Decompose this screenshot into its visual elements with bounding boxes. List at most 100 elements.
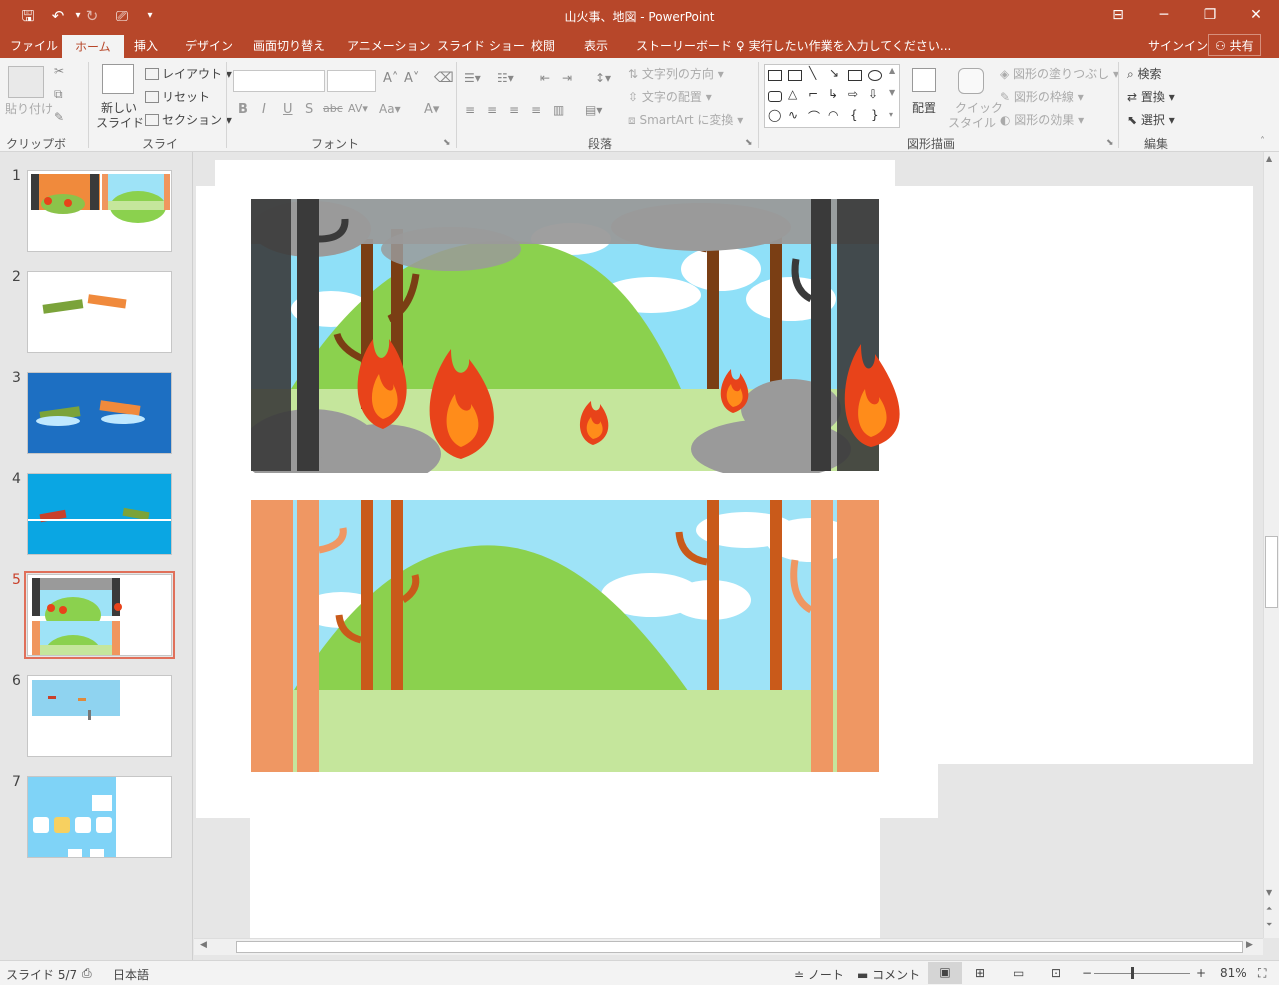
gallery-scroll-down-icon[interactable]: ▼ [889, 88, 895, 97]
paste-button[interactable]: 貼り付け [5, 100, 53, 117]
slideshow-view-icon[interactable]: ⊡ [1051, 966, 1061, 980]
change-case-icon[interactable]: Aa▾ [379, 102, 401, 116]
numbering-icon[interactable]: ☷▾ [497, 71, 514, 85]
align-right-icon[interactable]: ≡ [509, 103, 519, 117]
slide-thumbnail-6[interactable] [27, 675, 172, 757]
connector-shape-icon[interactable]: ⌐ [808, 87, 818, 101]
collapse-ribbon-icon[interactable]: ˄ [1260, 136, 1265, 147]
section-button[interactable]: セクション ▾ [145, 111, 232, 128]
grow-font-icon[interactable]: A˄ [383, 71, 398, 86]
tab-animations[interactable]: アニメーション [347, 37, 431, 54]
slide-thumbnail-5[interactable] [24, 571, 175, 659]
oval-shape-icon[interactable] [868, 70, 882, 81]
restore-icon[interactable]: ❐ [1192, 4, 1228, 26]
layout-button[interactable]: レイアウト ▾ [145, 65, 232, 82]
text-direction-button[interactable]: ⇅ 文字列の方向 ▾ [628, 65, 724, 82]
normal-view-icon[interactable]: ▣ [928, 962, 962, 984]
spell-check-icon[interactable]: ⎙ [82, 966, 92, 981]
notes-button[interactable]: ≐ ノート [794, 966, 844, 983]
scroll-thumb[interactable] [1265, 536, 1278, 608]
shape-fill-button[interactable]: ◈ 図形の塗りつぶし ▾ [1000, 65, 1119, 82]
share-button[interactable]: ⚇ 共有 [1208, 34, 1261, 56]
increase-indent-icon[interactable]: ⇥ [562, 71, 572, 85]
right-arrow-shape-icon[interactable]: ⇨ [848, 87, 858, 101]
tab-transitions[interactable]: 画面切り替え [253, 37, 325, 54]
horizontal-scroll-thumb[interactable] [236, 941, 1243, 953]
scribble-shape-icon[interactable]: ∿ [788, 108, 798, 122]
font-name-combo[interactable] [233, 70, 325, 92]
align-text-button[interactable]: ⇳ 文字の配置 ▾ [628, 88, 712, 105]
bullets-icon[interactable]: ☰▾ [464, 71, 481, 85]
new-slide-label-2[interactable]: スライド [96, 114, 144, 131]
align-left-icon[interactable]: ≡ [465, 103, 475, 117]
arrange-button[interactable]: 配置 [912, 99, 936, 116]
scroll-left-icon[interactable]: ◀ [200, 940, 207, 950]
tab-review[interactable]: 校閲 [531, 37, 555, 54]
textbox-shape-icon[interactable] [768, 70, 782, 81]
dialog-launcher-icon[interactable]: ⬊ [443, 138, 451, 148]
replace-button[interactable]: ⇄ 置換 ▾ [1127, 88, 1175, 105]
find-button[interactable]: ⌕ 検索 [1127, 65, 1162, 82]
format-painter-icon[interactable]: ✎ [54, 110, 64, 124]
select-button[interactable]: ⬉ 選択 ▾ [1127, 111, 1175, 128]
left-brace-shape-icon[interactable]: { [850, 108, 858, 122]
justify-icon[interactable]: ≡ [531, 103, 541, 117]
next-slide-icon[interactable]: ⏷ [1266, 920, 1272, 930]
underline-icon[interactable]: U [283, 102, 293, 117]
italic-icon[interactable]: I [262, 102, 266, 117]
vertical-textbox-shape-icon[interactable] [788, 70, 802, 81]
reset-button[interactable]: リセット [145, 88, 210, 105]
zoom-in-icon[interactable]: + [1196, 966, 1206, 980]
tab-home[interactable]: ホーム [62, 35, 124, 58]
freeform-shape-icon[interactable]: ◯ [768, 108, 781, 122]
slide-thumbnail-2[interactable] [27, 271, 172, 353]
ribbon-display-options-icon[interactable]: ⊟ [1100, 4, 1136, 26]
scroll-up-icon[interactable]: ▲ [1266, 154, 1272, 163]
new-slide-icon[interactable] [102, 64, 134, 94]
quick-styles-label-2[interactable]: スタイル [948, 114, 996, 131]
zoom-slider[interactable] [1094, 973, 1190, 974]
triangle-shape-icon[interactable]: △ [788, 87, 797, 101]
distribute-icon[interactable]: ▥ [553, 103, 564, 117]
line-spacing-icon[interactable]: ↕▾ [595, 71, 611, 85]
previous-slide-icon[interactable]: ⏶ [1266, 904, 1272, 914]
shape-effects-button[interactable]: ◐ 図形の効果 ▾ [1000, 111, 1084, 128]
tab-insert[interactable]: 挿入 [134, 37, 158, 54]
zoom-slider-thumb[interactable] [1131, 967, 1134, 979]
bold-icon[interactable]: B [238, 102, 248, 117]
scroll-down-icon[interactable]: ▼ [1266, 888, 1272, 897]
dialog-launcher-icon[interactable]: ⬊ [1106, 138, 1114, 148]
strikethrough-icon[interactable]: abc [323, 102, 343, 115]
tab-view[interactable]: 表示 [584, 37, 608, 54]
dialog-launcher-icon[interactable]: ⬊ [745, 138, 753, 148]
arc-shape-icon[interactable]: ◠ [828, 108, 838, 122]
signin-link[interactable]: サインイン [1148, 37, 1208, 54]
font-color-icon[interactable]: A▾ [424, 102, 439, 117]
down-arrow-shape-icon[interactable]: ⇩ [868, 87, 878, 101]
align-center-icon[interactable]: ≡ [487, 103, 497, 117]
quick-styles-icon[interactable] [958, 68, 984, 94]
smartart-button[interactable]: ⧈ SmartArt に変換 ▾ [628, 111, 743, 128]
copy-icon[interactable]: ⧉ [54, 87, 63, 102]
shape-outline-button[interactable]: ✎ 図形の枠線 ▾ [1000, 88, 1084, 105]
shadow-icon[interactable]: S [305, 102, 313, 117]
decrease-indent-icon[interactable]: ⇤ [540, 71, 550, 85]
slide-thumbnail-4[interactable] [27, 473, 172, 555]
comments-button[interactable]: ▬ コメント [857, 966, 920, 983]
arrow-shape-icon[interactable]: ↘ [829, 66, 839, 80]
arrange-icon[interactable] [912, 68, 936, 92]
right-brace-shape-icon[interactable]: } [871, 108, 879, 122]
tab-storyboard[interactable]: ストーリーボード [636, 37, 732, 54]
slide-thumbnail-1[interactable] [27, 170, 172, 252]
scroll-right-icon[interactable]: ▶ [1246, 940, 1253, 950]
healthy-forest-image[interactable] [251, 500, 879, 772]
shrink-font-icon[interactable]: A˅ [404, 71, 419, 86]
horizontal-scrollbar[interactable]: ◀ ▶ [194, 938, 1263, 955]
tell-me-box[interactable]: ♀ 実行したい作業を入力してください... [736, 37, 951, 54]
clear-formatting-icon[interactable]: ⌫ [434, 70, 454, 86]
burning-forest-image[interactable] [251, 199, 907, 473]
rounded-rect-shape-icon[interactable] [768, 91, 782, 102]
line-shape-icon[interactable]: ╲ [809, 66, 816, 80]
rectangle-shape-icon[interactable] [848, 70, 862, 81]
gallery-more-icon[interactable]: ▾ [889, 110, 893, 119]
